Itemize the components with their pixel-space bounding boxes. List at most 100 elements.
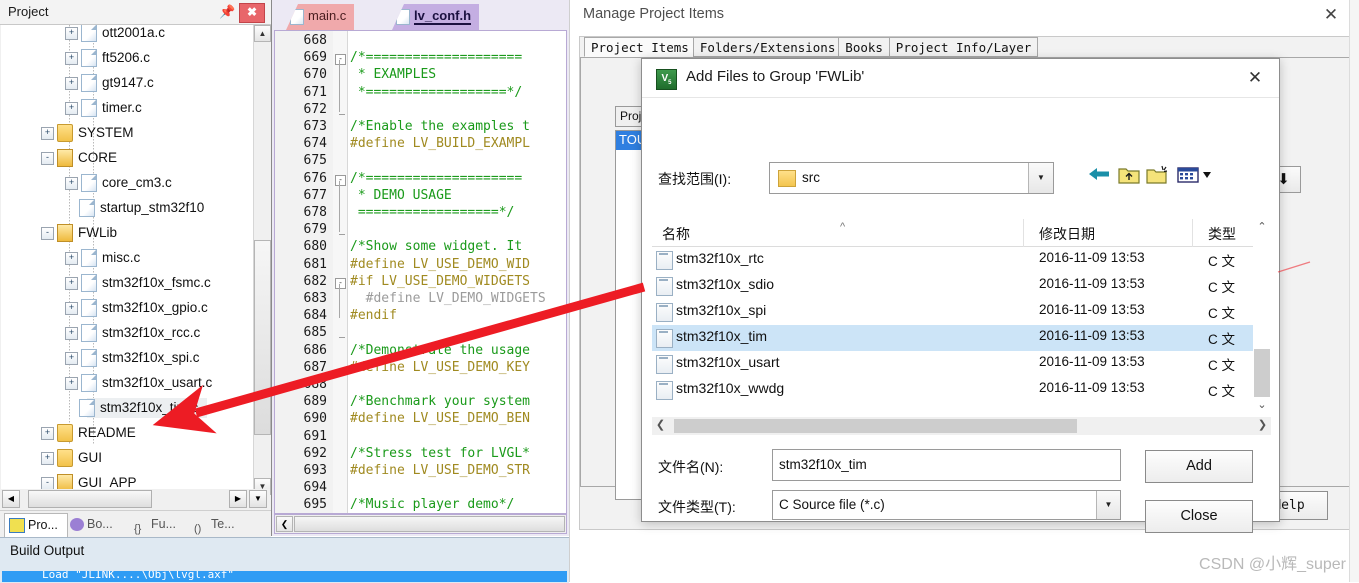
code-folding-column[interactable]	[333, 31, 348, 513]
expand-icon[interactable]: +	[41, 126, 54, 140]
close-button[interactable]: Close	[1145, 500, 1253, 533]
tree-item[interactable]: + gt9147.c	[65, 70, 154, 95]
scroll-down-button[interactable]: ⌄	[1253, 397, 1271, 415]
close-icon[interactable]: ✕	[1320, 5, 1342, 27]
scroll-thumb[interactable]	[28, 490, 152, 508]
tree-item[interactable]: startup_stm32f10	[65, 195, 204, 220]
file-list-vertical-scrollbar[interactable]: ⌃ ⌄	[1253, 219, 1271, 415]
column-header[interactable]: 修改日期	[1039, 224, 1095, 244]
expand-icon[interactable]: +	[65, 76, 78, 90]
scroll-left-button[interactable]: ❮	[652, 417, 669, 435]
fold-toggle-icon[interactable]: -	[335, 174, 346, 186]
tree-item[interactable]: + stm32f10x_usart.c	[65, 370, 212, 395]
tree-item[interactable]: + core_cm3.c	[65, 170, 172, 195]
expand-icon[interactable]: +	[65, 301, 78, 315]
code-text-area[interactable]: 668 669-/*==================== 670 * EXAMP…	[274, 30, 567, 514]
new-folder-icon[interactable]	[1145, 165, 1171, 190]
scroll-right-button[interactable]: ▶	[229, 490, 247, 508]
editor-horizontal-scrollbar[interactable]: ❮	[274, 514, 567, 534]
project-tree-horizontal-scrollbar[interactable]: ◀ ▶ ▼	[1, 489, 270, 509]
close-icon[interactable]: ✕	[1243, 67, 1267, 89]
scroll-dropdown-button[interactable]: ▼	[249, 490, 267, 508]
back-arrow-icon[interactable]	[1086, 165, 1112, 190]
tab-books[interactable]: Books	[838, 37, 890, 57]
tree-item[interactable]: + README	[41, 420, 136, 445]
scroll-thumb[interactable]	[674, 419, 1077, 433]
panel-tab-pro[interactable]: Pro...	[4, 513, 68, 537]
file-list-horizontal-scrollbar[interactable]: ❮ ❯	[652, 417, 1271, 435]
table-row[interactable]: stm32f10x_usart 2016-11-09 13:53 C 文	[652, 351, 1253, 377]
collapse-icon[interactable]: -	[41, 476, 54, 490]
expand-icon[interactable]: +	[41, 426, 54, 440]
table-row[interactable]: stm32f10x_spi 2016-11-09 13:53 C 文	[652, 299, 1253, 325]
collapse-icon[interactable]: -	[41, 151, 54, 165]
column-header[interactable]: 名称	[662, 224, 690, 244]
scroll-left-button[interactable]: ❮	[276, 516, 293, 532]
books-icon	[70, 518, 84, 532]
project-tree[interactable]: + ott2001a.c + ft5206.c + gt9147.c + timer.c + SY…	[1, 25, 253, 495]
expand-icon[interactable]: +	[65, 376, 78, 390]
scroll-right-button[interactable]: ❯	[1254, 417, 1271, 435]
expand-icon[interactable]: +	[41, 451, 54, 465]
scroll-left-button[interactable]: ◀	[2, 490, 20, 508]
file-name-input[interactable]: stm32f10x_tim	[772, 449, 1121, 481]
expand-icon[interactable]: +	[65, 351, 78, 365]
tab-project-items[interactable]: Project Items	[584, 37, 696, 57]
tree-item[interactable]: + GUI	[41, 445, 102, 470]
tree-item[interactable]: + misc.c	[65, 245, 140, 270]
expand-icon[interactable]: +	[65, 276, 78, 290]
project-tree-vertical-scrollbar[interactable]: ▲ ▼	[253, 25, 271, 495]
up-folder-icon[interactable]	[1116, 165, 1142, 190]
scroll-thumb[interactable]	[294, 516, 565, 532]
expand-icon[interactable]: +	[65, 101, 78, 115]
expand-icon[interactable]: +	[65, 51, 78, 65]
tree-item[interactable]: + stm32f10x_spi.c	[65, 345, 200, 370]
scroll-thumb[interactable]	[1254, 349, 1270, 397]
column-header[interactable]: 类型	[1208, 224, 1236, 244]
tab-project-info-layer[interactable]: Project Info/Layer	[888, 37, 1039, 57]
tab-main-c[interactable]: main.c	[286, 4, 355, 30]
file-list[interactable]: stm32f10x_rtc 2016-11-09 13:53 C 文 stm32f10…	[652, 247, 1253, 415]
file-type-select[interactable]: C Source file (*.c) ▼	[772, 490, 1121, 520]
tree-item[interactable]: + ft5206.c	[65, 45, 150, 70]
fold-toggle-icon[interactable]: -	[335, 54, 346, 66]
tree-item[interactable]: stm32f10x_tim.c	[65, 395, 198, 420]
table-row[interactable]: stm32f10x_rtc 2016-11-09 13:53 C 文	[652, 247, 1253, 273]
tree-item[interactable]: + timer.c	[65, 95, 142, 120]
project-panel-tabs[interactable]: Pro... Bo... {} Fu... () Te...	[0, 510, 271, 537]
tree-item[interactable]: + stm32f10x_gpio.c	[65, 295, 208, 320]
table-row[interactable]: stm32f10x_tim 2016-11-09 13:53 C 文	[652, 325, 1253, 351]
expand-icon[interactable]: +	[65, 26, 78, 40]
table-row[interactable]: stm32f10x_sdio 2016-11-09 13:53 C 文	[652, 273, 1253, 299]
panel-tab-te[interactable]: () Te...	[190, 513, 250, 536]
scroll-thumb[interactable]	[254, 240, 271, 435]
expand-icon[interactable]: +	[65, 251, 78, 265]
tree-item[interactable]: - CORE	[41, 145, 117, 170]
fold-toggle-icon[interactable]: -	[335, 277, 346, 289]
tree-item[interactable]: + ott2001a.c	[65, 25, 165, 45]
scroll-up-button[interactable]: ▲	[254, 25, 271, 42]
collapse-icon[interactable]: -	[41, 226, 54, 240]
tree-item[interactable]: + SYSTEM	[41, 120, 134, 145]
close-icon[interactable]: ✖	[239, 3, 265, 23]
look-in-combobox[interactable]: src ▼	[769, 162, 1054, 194]
tab-folders-extensions[interactable]: Folders/Extensions	[692, 37, 843, 57]
tree-item[interactable]: + stm32f10x_fsmc.c	[65, 270, 211, 295]
chevron-down-icon[interactable]: ▼	[1028, 163, 1053, 193]
table-row[interactable]: stm32f10x_wwdg 2016-11-09 13:53 C 文	[652, 377, 1253, 403]
view-options-icon[interactable]	[1176, 165, 1216, 190]
expand-icon[interactable]: +	[65, 176, 78, 190]
panel-tab-bo[interactable]: Bo...	[66, 513, 130, 536]
file-list-column-headers[interactable]: ^ 名称 修改日期 类型	[652, 219, 1267, 247]
tree-item[interactable]: + stm32f10x_rcc.c	[65, 320, 200, 345]
tab-lv-conf-h[interactable]: lv_conf.h	[392, 4, 480, 30]
tab-label: main.c	[308, 8, 347, 23]
expand-icon[interactable]: +	[65, 326, 78, 340]
chevron-down-icon[interactable]: ▼	[1096, 491, 1120, 519]
add-button[interactable]: Add	[1145, 450, 1253, 483]
editor-tabstrip[interactable]: main.c lv_conf.h	[272, 0, 569, 30]
tree-item[interactable]: - FWLib	[41, 220, 117, 245]
panel-tab-fu[interactable]: {} Fu...	[130, 513, 190, 536]
pin-icon[interactable]: 📌	[219, 4, 235, 20]
scroll-up-button[interactable]: ⌃	[1253, 219, 1271, 237]
